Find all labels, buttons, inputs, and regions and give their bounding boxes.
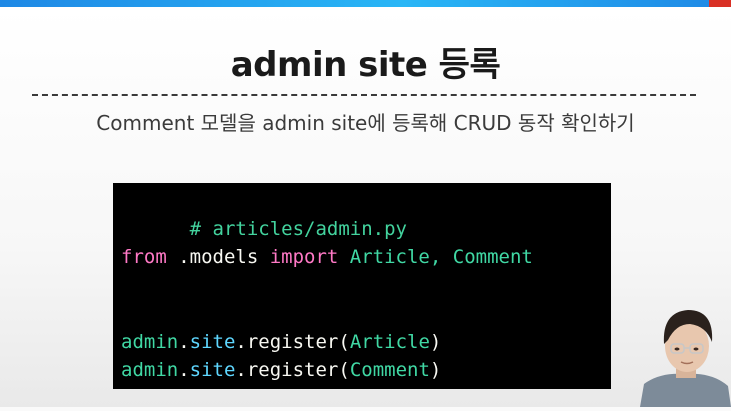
import-article: Article,	[338, 246, 453, 268]
close-paren: )	[429, 331, 442, 353]
code-line-register-article: admin.site.register(Article)	[121, 328, 441, 356]
site-token: site	[189, 331, 236, 353]
code-line-comment: # articles/admin.py	[121, 187, 407, 240]
close-paren: )	[429, 359, 442, 381]
keyword-from: from	[121, 246, 167, 268]
admin-token: admin	[121, 359, 179, 381]
admin-token: admin	[121, 331, 179, 353]
dot-token: .	[178, 359, 190, 381]
slide-title: admin site 등록	[230, 45, 501, 85]
register-call: .register(	[235, 359, 350, 381]
presenter-webcam-icon	[640, 300, 731, 407]
code-comment: # articles/admin.py	[189, 218, 407, 240]
code-line-import: from .models import Article, Comment	[121, 243, 533, 271]
video-top-bar	[0, 0, 731, 7]
register-call: .register(	[235, 331, 350, 353]
slide-subtitle: Comment 모델을 admin site에 등록해 CRUD 동작 확인하기	[96, 111, 635, 135]
dot-token: .	[178, 331, 190, 353]
register-arg-comment: Comment	[349, 359, 430, 381]
slide: admin site 등록 Comment 모델을 admin site에 등록…	[0, 7, 731, 407]
import-comment: Comment	[452, 246, 533, 268]
site-token: site	[189, 359, 236, 381]
code-line-register-comment: admin.site.register(Comment)	[121, 356, 441, 384]
module-name: .models	[166, 246, 270, 268]
register-arg-article: Article	[349, 331, 430, 353]
code-block: # articles/admin.py from .models import …	[113, 183, 611, 389]
keyword-import: import	[269, 246, 339, 268]
title-divider	[32, 94, 696, 96]
